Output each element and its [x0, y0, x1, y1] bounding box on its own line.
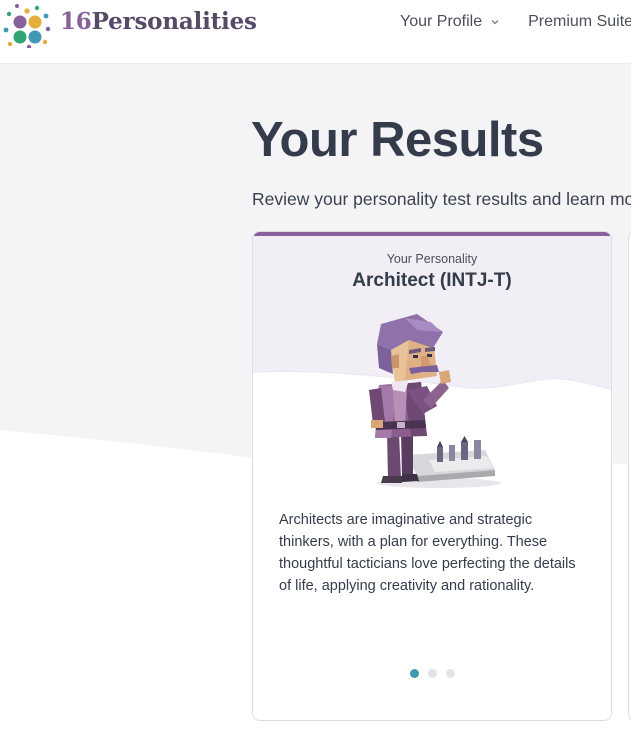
logo-dots-icon	[3, 4, 51, 48]
card-accent-bar	[253, 232, 611, 236]
chevron-down-icon	[491, 20, 499, 25]
page: 16Personalities Your Profile Premium Sui…	[0, 0, 631, 750]
pager-dot-1[interactable]	[409, 669, 419, 678]
personality-result-card[interactable]: Your Personality Architect (INTJ-T) Arch…	[252, 231, 612, 721]
carousel-pager	[253, 669, 611, 678]
logo-text: 16Personalities	[60, 8, 257, 35]
page-subtitle: Review your personality test results and…	[252, 189, 631, 209]
nav-your-profile-label: Your Profile	[400, 13, 483, 30]
pager-dot-3[interactable]	[445, 669, 455, 678]
personality-description: Architects are imaginative and strategic…	[279, 512, 576, 594]
nav-your-profile[interactable]: Your Profile	[400, 13, 500, 31]
pager-dot-2[interactable]	[427, 669, 437, 678]
logo-number: 16	[60, 8, 92, 35]
architect-character-icon	[369, 314, 501, 488]
main-nav: Your Profile Premium Suite	[400, 13, 631, 31]
personality-type-name: Architect (INTJ-T)	[352, 270, 512, 291]
logo-word: Personalities	[91, 8, 257, 35]
nav-premium-suite[interactable]: Premium Suite	[528, 13, 631, 31]
site-header: 16Personalities Your Profile Premium Sui…	[0, 0, 631, 64]
nav-premium-suite-label: Premium Suite	[528, 13, 631, 30]
card-label: Your Personality	[386, 252, 478, 266]
page-title: Your Results	[251, 113, 544, 167]
